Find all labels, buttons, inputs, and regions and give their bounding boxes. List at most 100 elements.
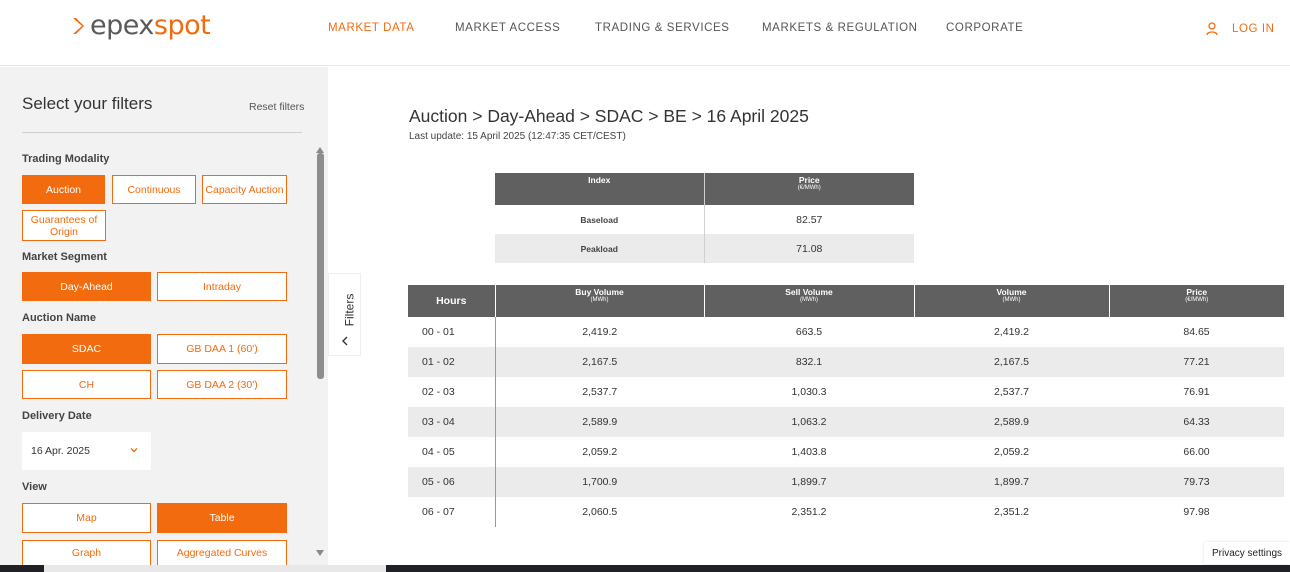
buy-volume-cell: 1,700.9 bbox=[495, 467, 704, 497]
filters-sidebar: Select your filters Reset filters Tradin… bbox=[0, 67, 328, 572]
delivery-date-picker[interactable]: 16 Apr. 2025 bbox=[22, 432, 151, 470]
volume-cell: 1,899.7 bbox=[914, 467, 1109, 497]
index-name-cell: Baseload bbox=[580, 214, 619, 225]
hours-column-header: Hours bbox=[408, 285, 495, 317]
table-row: Peakload 71.08 bbox=[495, 234, 914, 263]
auction-name-label: Auction Name bbox=[22, 312, 96, 324]
table-row: 00 - 01 2,419.2 663.5 2,419.2 84.65 bbox=[408, 317, 1284, 347]
filters-collapse-tab[interactable]: Filters bbox=[328, 273, 361, 356]
sell-volume-cell: 1,030.3 bbox=[791, 386, 827, 398]
table-row: 03 - 04 2,589.9 1,063.2 2,589.9 64.33 bbox=[408, 407, 1284, 437]
sell-volume-cell: 1,063.2 bbox=[704, 407, 914, 437]
hour-cell: 02 - 03 bbox=[408, 377, 496, 407]
sidebar-scrollbar[interactable] bbox=[315, 147, 326, 567]
logo-text-spot: spot bbox=[153, 10, 211, 41]
volume-cell: 2,351.2 bbox=[993, 506, 1030, 518]
buy-volume-cell: 2,167.5 bbox=[495, 347, 704, 377]
index-price-table: Index Price (€/MWh) Baseload 82.57 Peaklo… bbox=[495, 173, 914, 263]
filters-title: Select your filters bbox=[22, 94, 153, 113]
volume-cell: 2,419.2 bbox=[993, 326, 1030, 338]
view-aggregated-curves-button[interactable]: Aggregated Curves bbox=[157, 540, 287, 566]
nav-corporate[interactable]: CORPORATE bbox=[946, 22, 1023, 34]
hour-cell: 01 - 02 bbox=[408, 347, 496, 377]
volume-cell: 2,167.5 bbox=[914, 347, 1109, 377]
scrollbar-thumb[interactable] bbox=[317, 153, 324, 379]
volume-column-header: Volume (MWh) bbox=[913, 285, 1109, 317]
login-link[interactable]: LOG IN bbox=[1206, 22, 1275, 36]
filter-day-ahead-button[interactable]: Day-Ahead bbox=[22, 272, 151, 301]
scroll-down-arrow-icon[interactable] bbox=[316, 550, 324, 556]
price-cell: 77.21 bbox=[1109, 347, 1284, 377]
filter-intraday-button[interactable]: Intraday bbox=[157, 272, 287, 301]
table-row: Baseload 82.57 bbox=[495, 205, 914, 234]
table-row: 01 - 02 2,167.5 832.1 2,167.5 77.21 bbox=[408, 347, 1284, 377]
index-price-cell: 82.57 bbox=[703, 205, 914, 234]
index-price-cell: 71.08 bbox=[703, 234, 914, 263]
hour-cell: 04 - 05 bbox=[408, 437, 496, 467]
logo-text-epex: epex bbox=[90, 10, 154, 41]
login-label: LOG IN bbox=[1232, 23, 1275, 35]
chevron-left-icon bbox=[340, 332, 350, 346]
sell-volume-cell: 1,899.7 bbox=[704, 467, 914, 497]
sell-volume-cell: 832.1 bbox=[704, 347, 914, 377]
nav-market-data[interactable]: MARKET DATA bbox=[328, 22, 414, 34]
price-cell: 97.98 bbox=[1183, 506, 1210, 518]
filter-sdac-button[interactable]: SDAC bbox=[22, 334, 151, 364]
view-table-button[interactable]: Table bbox=[157, 503, 287, 533]
buy-volume-cell: 2,537.7 bbox=[582, 386, 618, 398]
volume-cell: 2,537.7 bbox=[993, 386, 1030, 398]
filter-ch-button[interactable]: CH bbox=[22, 370, 151, 399]
view-graph-button[interactable]: Graph bbox=[22, 540, 151, 566]
buy-volume-column-header: Buy Volume (MWh) bbox=[494, 285, 704, 317]
buy-volume-cell: 2,419.2 bbox=[582, 326, 618, 338]
page-breadcrumb: Auction > Day-Ahead > SDAC > BE > 16 Apr… bbox=[409, 106, 809, 126]
table-row: 02 - 03 2,537.7 1,030.3 2,537.7 76.91 bbox=[408, 377, 1284, 407]
table-row: 05 - 06 1,700.9 1,899.7 1,899.7 79.73 bbox=[408, 467, 1284, 497]
filter-capacity-auction-button[interactable]: Capacity Auction bbox=[202, 175, 287, 204]
price-cell: 66.00 bbox=[1183, 446, 1210, 458]
table-row: 04 - 05 2,059.2 1,403.8 2,059.2 66.00 bbox=[408, 437, 1284, 467]
nav-trading-services[interactable]: TRADING & SERVICES bbox=[595, 22, 730, 34]
site-header: epexspot MARKET DATA MARKET ACCESS TRADI… bbox=[0, 0, 1290, 66]
market-segment-label: Market Segment bbox=[22, 251, 107, 263]
price-cell: 64.33 bbox=[1109, 407, 1284, 437]
filter-gb-daa-1-button[interactable]: GB DAA 1 (60') bbox=[157, 334, 287, 364]
filter-continuous-button[interactable]: Continuous bbox=[112, 175, 196, 204]
last-update-text: Last update: 15 April 2025 (12:47:35 CET… bbox=[409, 131, 626, 142]
buy-volume-cell: 2,060.5 bbox=[582, 506, 618, 518]
price-column-header: Price (€/MWh) bbox=[1108, 285, 1284, 317]
nav-market-access[interactable]: MARKET ACCESS bbox=[455, 22, 560, 34]
price-cell: 76.91 bbox=[1183, 386, 1210, 398]
delivery-date-label: Delivery Date bbox=[22, 410, 92, 422]
filter-gb-daa-2-button[interactable]: GB DAA 2 (30') bbox=[157, 370, 287, 399]
divider bbox=[22, 132, 302, 133]
sell-volume-cell: 1,403.8 bbox=[791, 446, 827, 458]
sell-volume-column-header: Sell Volume (MWh) bbox=[703, 285, 914, 317]
filters-tab-label: Filters bbox=[342, 293, 357, 327]
delivery-date-value: 16 Apr. 2025 bbox=[31, 445, 90, 457]
hourly-results-table: Hours Buy Volume (MWh) Sell Volume (MWh) V… bbox=[408, 285, 1284, 527]
trading-modality-label: Trading Modality bbox=[22, 153, 110, 165]
buy-volume-cell: 2,059.2 bbox=[582, 446, 618, 458]
sell-volume-cell: 2,351.2 bbox=[791, 506, 827, 518]
sell-volume-cell: 663.5 bbox=[795, 326, 823, 338]
brand-chevron-icon bbox=[72, 16, 86, 36]
buy-volume-cell: 2,589.9 bbox=[495, 407, 704, 437]
hour-cell: 00 - 01 bbox=[408, 317, 496, 347]
price-column-header: Price (€/MWh) bbox=[703, 173, 914, 205]
user-icon bbox=[1206, 22, 1218, 36]
view-map-button[interactable]: Map bbox=[22, 503, 151, 533]
reset-filters-link[interactable]: Reset filters bbox=[249, 101, 304, 113]
privacy-settings-button[interactable]: Privacy settings bbox=[1204, 542, 1290, 564]
hour-cell: 05 - 06 bbox=[408, 467, 496, 497]
filter-guarantees-of-origin-button[interactable]: Guarantees of Origin bbox=[22, 210, 106, 241]
hour-cell: 03 - 04 bbox=[408, 407, 496, 437]
volume-cell: 2,059.2 bbox=[993, 446, 1030, 458]
price-cell: 84.65 bbox=[1183, 326, 1210, 338]
nav-markets-regulation[interactable]: MARKETS & REGULATION bbox=[762, 22, 918, 34]
index-name-cell: Peakload bbox=[495, 234, 704, 263]
epexspot-logo[interactable]: epexspot bbox=[72, 10, 211, 42]
hour-cell: 06 - 07 bbox=[408, 497, 496, 527]
chevron-down-icon bbox=[129, 445, 139, 455]
filter-auction-button[interactable]: Auction bbox=[22, 175, 105, 204]
